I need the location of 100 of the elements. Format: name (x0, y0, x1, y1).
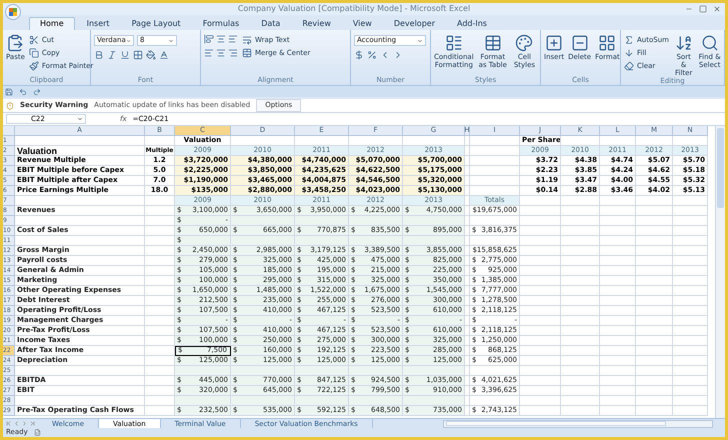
table-cell[interactable] (465, 246, 470, 256)
table-cell[interactable] (600, 246, 636, 256)
table-cell[interactable] (465, 216, 470, 226)
table-cell[interactable] (520, 246, 561, 256)
table-cell[interactable] (561, 306, 600, 316)
table-cell[interactable] (636, 356, 673, 366)
table-cell[interactable] (561, 276, 600, 286)
table-cell[interactable] (673, 306, 708, 316)
table-cell[interactable] (231, 216, 295, 226)
vertical-scrollbar[interactable] (715, 126, 725, 418)
table-cell[interactable] (520, 206, 561, 216)
table-cell[interactable] (470, 176, 520, 186)
table-cell[interactable] (636, 406, 673, 416)
table-cell[interactable] (673, 296, 708, 306)
table-cell[interactable] (145, 376, 175, 386)
table-cell[interactable] (15, 236, 145, 246)
table-cell[interactable] (636, 196, 673, 206)
table-cell[interactable] (403, 236, 465, 246)
table-cell[interactable] (295, 396, 349, 406)
table-cell[interactable] (600, 136, 636, 146)
search-icon[interactable] (700, 34, 719, 52)
table-cell[interactable] (145, 316, 175, 326)
italic-icon[interactable] (107, 50, 117, 60)
table-cell[interactable] (175, 366, 231, 376)
table-cell[interactable] (673, 206, 708, 216)
table-cell[interactable] (231, 236, 295, 246)
maximize-icon[interactable] (699, 5, 707, 13)
arrow-down-icon[interactable] (624, 48, 634, 58)
table-cell[interactable] (600, 296, 636, 306)
table-cell[interactable] (470, 136, 520, 146)
table-cell[interactable] (636, 386, 673, 396)
table-cell[interactable] (636, 346, 673, 356)
table-cell[interactable] (636, 366, 673, 376)
table-cell[interactable] (145, 286, 175, 296)
table-cell[interactable] (561, 336, 600, 346)
table-cell[interactable] (673, 256, 708, 266)
table-cell[interactable] (561, 196, 600, 206)
table-cell[interactable] (673, 366, 708, 376)
table-cell[interactable] (465, 176, 470, 186)
last-sheet-icon[interactable] (29, 420, 36, 427)
table-cell[interactable] (470, 236, 520, 246)
table-cell[interactable] (673, 396, 708, 406)
table-cell[interactable] (561, 216, 600, 226)
table-cell[interactable] (465, 146, 470, 156)
table-cell[interactable] (600, 236, 636, 246)
table-cell[interactable] (520, 316, 561, 326)
table-cell[interactable] (520, 296, 561, 306)
table-cell[interactable] (673, 216, 708, 226)
bars-icon[interactable] (444, 34, 463, 52)
table-cell[interactable] (465, 306, 470, 316)
ribbon-tab[interactable]: Data (251, 17, 290, 30)
table-cell[interactable] (145, 296, 175, 306)
table-cell[interactable] (15, 136, 145, 146)
table-cell[interactable] (520, 306, 561, 316)
shield-icon[interactable] (6, 102, 14, 110)
table-cell[interactable] (175, 396, 231, 406)
sort-icon[interactable] (674, 34, 693, 52)
table-cell[interactable] (145, 206, 175, 216)
table-cell[interactable] (600, 256, 636, 266)
redo-icon[interactable] (33, 88, 41, 96)
underline-icon[interactable] (120, 50, 130, 60)
table-cell[interactable] (600, 366, 636, 376)
table-cell[interactable] (15, 366, 145, 376)
table-cell[interactable] (636, 136, 673, 146)
table-cell[interactable] (520, 216, 561, 226)
table-cell[interactable] (600, 336, 636, 346)
table-cell[interactable] (561, 296, 600, 306)
palette-icon[interactable] (515, 34, 534, 52)
align-right-icon[interactable] (228, 48, 238, 58)
table-cell[interactable] (520, 346, 561, 356)
table-cell[interactable] (673, 346, 708, 356)
table-cell[interactable] (673, 266, 708, 276)
ribbon-tab[interactable]: Page Layout (122, 17, 191, 30)
table-cell[interactable] (145, 396, 175, 406)
table-cell[interactable] (520, 336, 561, 346)
clipboard-icon[interactable] (6, 34, 24, 52)
scissors-icon[interactable] (28, 35, 39, 45)
table-cell[interactable] (561, 386, 600, 396)
table-cell[interactable] (636, 266, 673, 276)
ribbon-tab[interactable]: View (342, 17, 382, 30)
table-cell[interactable] (465, 396, 470, 406)
table-cell[interactable] (465, 336, 470, 346)
table-cell[interactable] (145, 326, 175, 336)
table-cell[interactable] (145, 276, 175, 286)
ribbon-tab[interactable]: Add-Ins (447, 17, 497, 30)
horizontal-scrollbar[interactable] (443, 420, 713, 428)
table-cell[interactable] (465, 196, 470, 206)
undo-icon[interactable] (19, 88, 27, 96)
paintbrush-icon[interactable] (28, 61, 39, 71)
table-cell[interactable] (636, 286, 673, 296)
table-cell[interactable] (636, 316, 673, 326)
table-cell[interactable] (636, 236, 673, 246)
table-cell[interactable] (636, 296, 673, 306)
table-cell[interactable] (673, 196, 708, 206)
table-cell[interactable] (561, 206, 600, 216)
table-cell[interactable] (600, 196, 636, 206)
table-cell[interactable] (470, 366, 520, 376)
table-cell[interactable] (673, 376, 708, 386)
table-cell[interactable] (349, 366, 403, 376)
table-cell[interactable] (561, 396, 600, 406)
